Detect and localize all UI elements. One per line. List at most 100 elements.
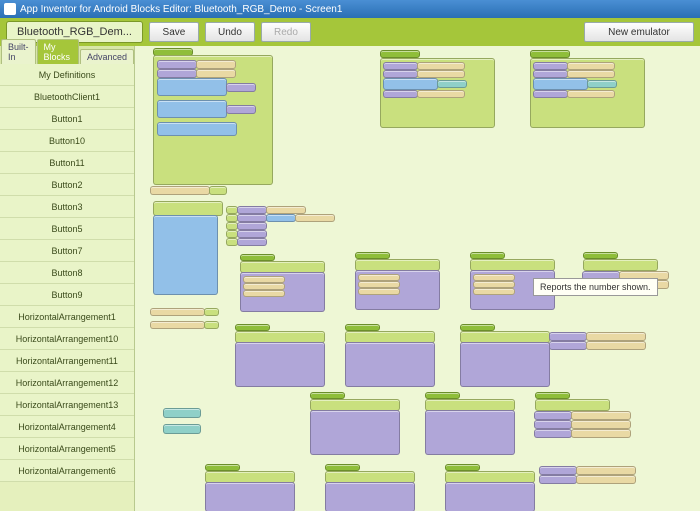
block-set[interactable]: [237, 230, 267, 238]
save-button[interactable]: Save: [149, 22, 199, 42]
block-arg[interactable]: [209, 186, 227, 195]
block-call[interactable]: [157, 78, 227, 96]
block-event[interactable]: [460, 324, 495, 331]
block-arg[interactable]: [473, 288, 515, 295]
block-call[interactable]: [383, 78, 438, 90]
block-arg[interactable]: [576, 475, 636, 484]
block-set[interactable]: [383, 90, 418, 98]
sidebar-item[interactable]: My Definitions: [0, 64, 134, 86]
block-arg[interactable]: [196, 60, 236, 69]
block-body[interactable]: [380, 58, 495, 128]
block-event[interactable]: [470, 252, 505, 259]
sidebar-item[interactable]: Button7: [0, 240, 134, 262]
block-set[interactable]: [157, 69, 197, 78]
sidebar-item[interactable]: HorizontalArrangement13: [0, 394, 134, 416]
block-set[interactable]: [237, 206, 267, 214]
block-arg[interactable]: [243, 290, 285, 297]
block-set[interactable]: [534, 429, 572, 438]
tab-myblocks[interactable]: My Blocks: [37, 39, 79, 64]
block-body[interactable]: [345, 342, 435, 387]
block-arg[interactable]: [204, 321, 219, 329]
block-arg[interactable]: [417, 90, 465, 98]
block-arg[interactable]: [226, 83, 256, 92]
sidebar-item[interactable]: Button10: [0, 130, 134, 152]
block-set[interactable]: [237, 214, 267, 222]
block-body[interactable]: [153, 215, 218, 295]
block-body[interactable]: [445, 482, 535, 511]
block-event[interactable]: [445, 464, 480, 471]
block-arg[interactable]: [266, 206, 306, 214]
block-event[interactable]: [425, 392, 460, 399]
block-arg[interactable]: [243, 283, 285, 290]
block-event[interactable]: [380, 50, 420, 58]
block-body[interactable]: [240, 272, 325, 312]
block-arg[interactable]: [571, 429, 631, 438]
block-body[interactable]: [530, 58, 645, 128]
block-arg[interactable]: [567, 62, 615, 70]
sidebar-item[interactable]: HorizontalArrangement6: [0, 460, 134, 482]
block-event[interactable]: [205, 464, 240, 471]
block-arg[interactable]: [567, 90, 615, 98]
block-set[interactable]: [383, 70, 418, 78]
block-var[interactable]: [150, 308, 205, 316]
sidebar-item[interactable]: HorizontalArrangement1: [0, 306, 134, 328]
block-set[interactable]: [533, 62, 568, 70]
undo-button[interactable]: Undo: [205, 22, 255, 42]
block-value[interactable]: [163, 408, 201, 418]
sidebar-item[interactable]: HorizontalArrangement4: [0, 416, 134, 438]
block-arg[interactable]: [358, 288, 400, 295]
block-set[interactable]: [549, 341, 587, 350]
tab-builtin[interactable]: Built-In: [1, 39, 36, 64]
block-set[interactable]: [237, 238, 267, 246]
block-set[interactable]: [533, 90, 568, 98]
block-set[interactable]: [383, 62, 418, 70]
block-event[interactable]: [325, 464, 360, 471]
sidebar-item[interactable]: Button11: [0, 152, 134, 174]
block-arg[interactable]: [587, 80, 617, 88]
block-event[interactable]: [530, 50, 570, 58]
sidebar-item[interactable]: Button8: [0, 262, 134, 284]
block-call[interactable]: [157, 100, 227, 118]
block-event[interactable]: [240, 254, 275, 261]
block-event[interactable]: [310, 392, 345, 399]
sidebar-item[interactable]: HorizontalArrangement11: [0, 350, 134, 372]
block-event[interactable]: [355, 252, 390, 259]
block-body[interactable]: [235, 342, 325, 387]
sidebar-item[interactable]: Button9: [0, 284, 134, 306]
block-call[interactable]: [533, 78, 588, 90]
block-arg[interactable]: [196, 69, 236, 78]
block-arg[interactable]: [226, 105, 256, 114]
block-event[interactable]: [345, 324, 380, 331]
block-set[interactable]: [533, 70, 568, 78]
block-handler[interactable]: [153, 201, 223, 216]
block-arg[interactable]: [571, 411, 631, 420]
sidebar-item[interactable]: Button3: [0, 196, 134, 218]
block-arg[interactable]: [243, 276, 285, 283]
sidebar-item[interactable]: Button2: [0, 174, 134, 196]
block-body[interactable]: [460, 342, 550, 387]
block-arg[interactable]: [437, 80, 467, 88]
block-set[interactable]: [237, 222, 267, 230]
block-set[interactable]: [534, 420, 572, 429]
block-arg[interactable]: [358, 281, 400, 288]
block-arg[interactable]: [586, 341, 646, 350]
sidebar-item[interactable]: HorizontalArrangement12: [0, 372, 134, 394]
blocks-canvas[interactable]: Reports the number shown.: [135, 46, 700, 511]
block-arg[interactable]: [266, 214, 296, 222]
block-body[interactable]: [325, 482, 415, 511]
block-arg[interactable]: [417, 62, 465, 70]
block-arg[interactable]: [473, 274, 515, 281]
block-set[interactable]: [534, 411, 572, 420]
block-value[interactable]: [163, 424, 201, 434]
sidebar-item[interactable]: HorizontalArrangement10: [0, 328, 134, 350]
block-arg[interactable]: [295, 214, 335, 222]
block-event[interactable]: [235, 324, 270, 331]
block-arg[interactable]: [417, 70, 465, 78]
tab-advanced[interactable]: Advanced: [80, 49, 134, 64]
block-head[interactable]: [583, 259, 658, 271]
new-emulator-button[interactable]: New emulator: [584, 22, 694, 42]
block-event[interactable]: [535, 392, 570, 399]
block-body[interactable]: [355, 270, 440, 310]
block-call[interactable]: [157, 122, 237, 136]
sidebar-item[interactable]: Button5: [0, 218, 134, 240]
